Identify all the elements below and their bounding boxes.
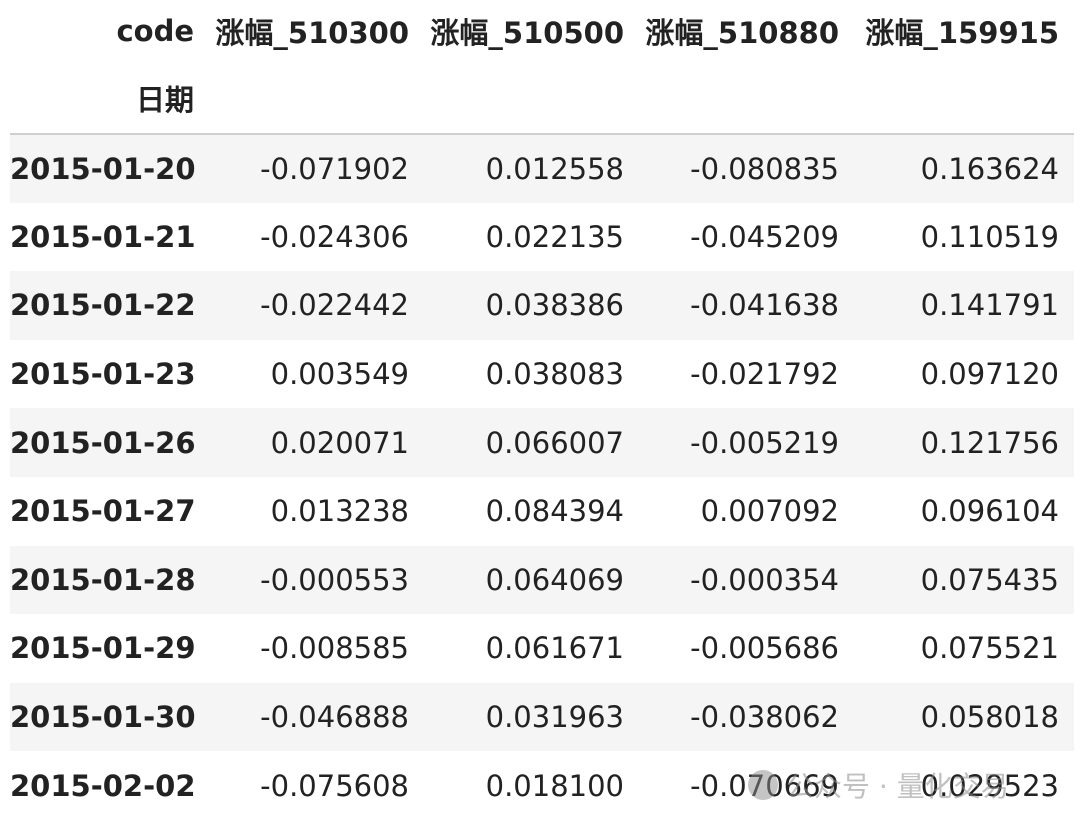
cell-value: -0.071902 <box>260 151 409 186</box>
table-row: 2015-01-27 0.013238 0.084394 0.007092 0.… <box>10 477 1074 546</box>
row-date: 2015-01-26 <box>10 425 196 460</box>
column-header: 涨幅_510880 <box>645 16 839 50</box>
cell-value: 0.141791 <box>920 288 1059 323</box>
cell-value: -0.070669 <box>690 768 839 803</box>
index-name-label: 日期 <box>10 62 209 135</box>
row-date: 2015-01-27 <box>10 494 196 529</box>
cell-value: 0.061671 <box>485 631 624 666</box>
cell-value: 0.084394 <box>485 494 624 529</box>
cell-value: 0.007092 <box>700 494 839 529</box>
table-row: 2015-01-26 0.020071 0.066007 -0.005219 0… <box>10 408 1074 477</box>
cell-value: -0.045209 <box>690 219 839 254</box>
row-date: 2015-01-22 <box>10 288 196 323</box>
table-row: 2015-01-30 -0.046888 0.031963 -0.038062 … <box>10 682 1074 752</box>
cell-value: 0.097120 <box>920 357 1059 392</box>
cell-value: 0.013238 <box>270 494 409 529</box>
cell-value: 0.096104 <box>920 494 1059 529</box>
table-header: code 涨幅_510300 涨幅_510500 涨幅_510880 涨幅_15… <box>10 0 1074 135</box>
cell-value: -0.041638 <box>690 288 839 323</box>
index-header-row: 日期 <box>10 62 1074 135</box>
cell-value: 0.064069 <box>485 562 624 597</box>
cell-value: 0.075435 <box>920 562 1059 597</box>
cell-value: 0.022135 <box>485 219 624 254</box>
cell-value: -0.000553 <box>260 562 409 597</box>
cell-value: 0.038083 <box>485 357 624 392</box>
cell-value: -0.008585 <box>260 631 409 666</box>
column-header: 涨幅_510500 <box>430 16 624 50</box>
row-date: 2015-01-20 <box>10 151 196 186</box>
cell-value: -0.046888 <box>260 700 409 735</box>
table-body: 2015-01-20 -0.071902 0.012558 -0.080835 … <box>10 134 1074 820</box>
column-header: 涨幅_159915 <box>865 16 1059 50</box>
table-row: 2015-01-29 -0.008585 0.061671 -0.005686 … <box>10 614 1074 683</box>
cell-value: 0.110519 <box>920 219 1059 254</box>
cell-value: -0.005686 <box>690 631 839 666</box>
cell-value: -0.021792 <box>690 357 839 392</box>
cell-value: 0.066007 <box>485 425 624 460</box>
cell-value: 0.163624 <box>920 151 1059 186</box>
cell-value: -0.005219 <box>690 425 839 460</box>
cell-value: -0.080835 <box>690 151 839 186</box>
row-date: 2015-01-23 <box>10 357 196 392</box>
cell-value: 0.038386 <box>485 288 624 323</box>
cell-value: 0.075521 <box>920 631 1059 666</box>
table-row: 2015-01-28 -0.000553 0.064069 -0.000354 … <box>10 545 1074 615</box>
columns-name-label: code <box>116 14 194 48</box>
table-row: 2015-01-23 0.003549 0.038083 -0.021792 0… <box>10 340 1074 409</box>
table-row: 2015-02-02 -0.075608 0.018100 -0.070669 … <box>10 751 1074 820</box>
row-date: 2015-01-28 <box>10 562 196 597</box>
row-date: 2015-01-30 <box>10 700 196 735</box>
cell-value: -0.022442 <box>260 288 409 323</box>
column-header: 涨幅_510300 <box>215 16 409 50</box>
cell-value: -0.038062 <box>690 700 839 735</box>
table-row: 2015-01-22 -0.022442 0.038386 -0.041638 … <box>10 271 1074 340</box>
row-date: 2015-02-02 <box>10 768 196 803</box>
cell-value: 0.058018 <box>920 700 1059 735</box>
cell-value: 0.012558 <box>485 151 624 186</box>
cell-value: 0.121756 <box>920 425 1059 460</box>
table-row: 2015-01-20 -0.071902 0.012558 -0.080835 … <box>10 134 1074 203</box>
cell-value: 0.029523 <box>920 768 1059 803</box>
dataframe-table: code 涨幅_510300 涨幅_510500 涨幅_510880 涨幅_15… <box>10 0 1074 820</box>
cell-value: -0.000354 <box>690 562 839 597</box>
table-row: 2015-01-21 -0.024306 0.022135 -0.045209 … <box>10 203 1074 272</box>
row-date: 2015-01-29 <box>10 631 196 666</box>
row-date: 2015-01-21 <box>10 219 196 254</box>
cell-value: 0.020071 <box>270 425 409 460</box>
cell-value: 0.018100 <box>485 768 624 803</box>
cell-value: -0.075608 <box>260 768 409 803</box>
cell-value: 0.031963 <box>485 700 624 735</box>
cell-value: 0.003549 <box>270 357 409 392</box>
cell-value: -0.024306 <box>260 219 409 254</box>
columns-header-row: code 涨幅_510300 涨幅_510500 涨幅_510880 涨幅_15… <box>10 0 1074 62</box>
